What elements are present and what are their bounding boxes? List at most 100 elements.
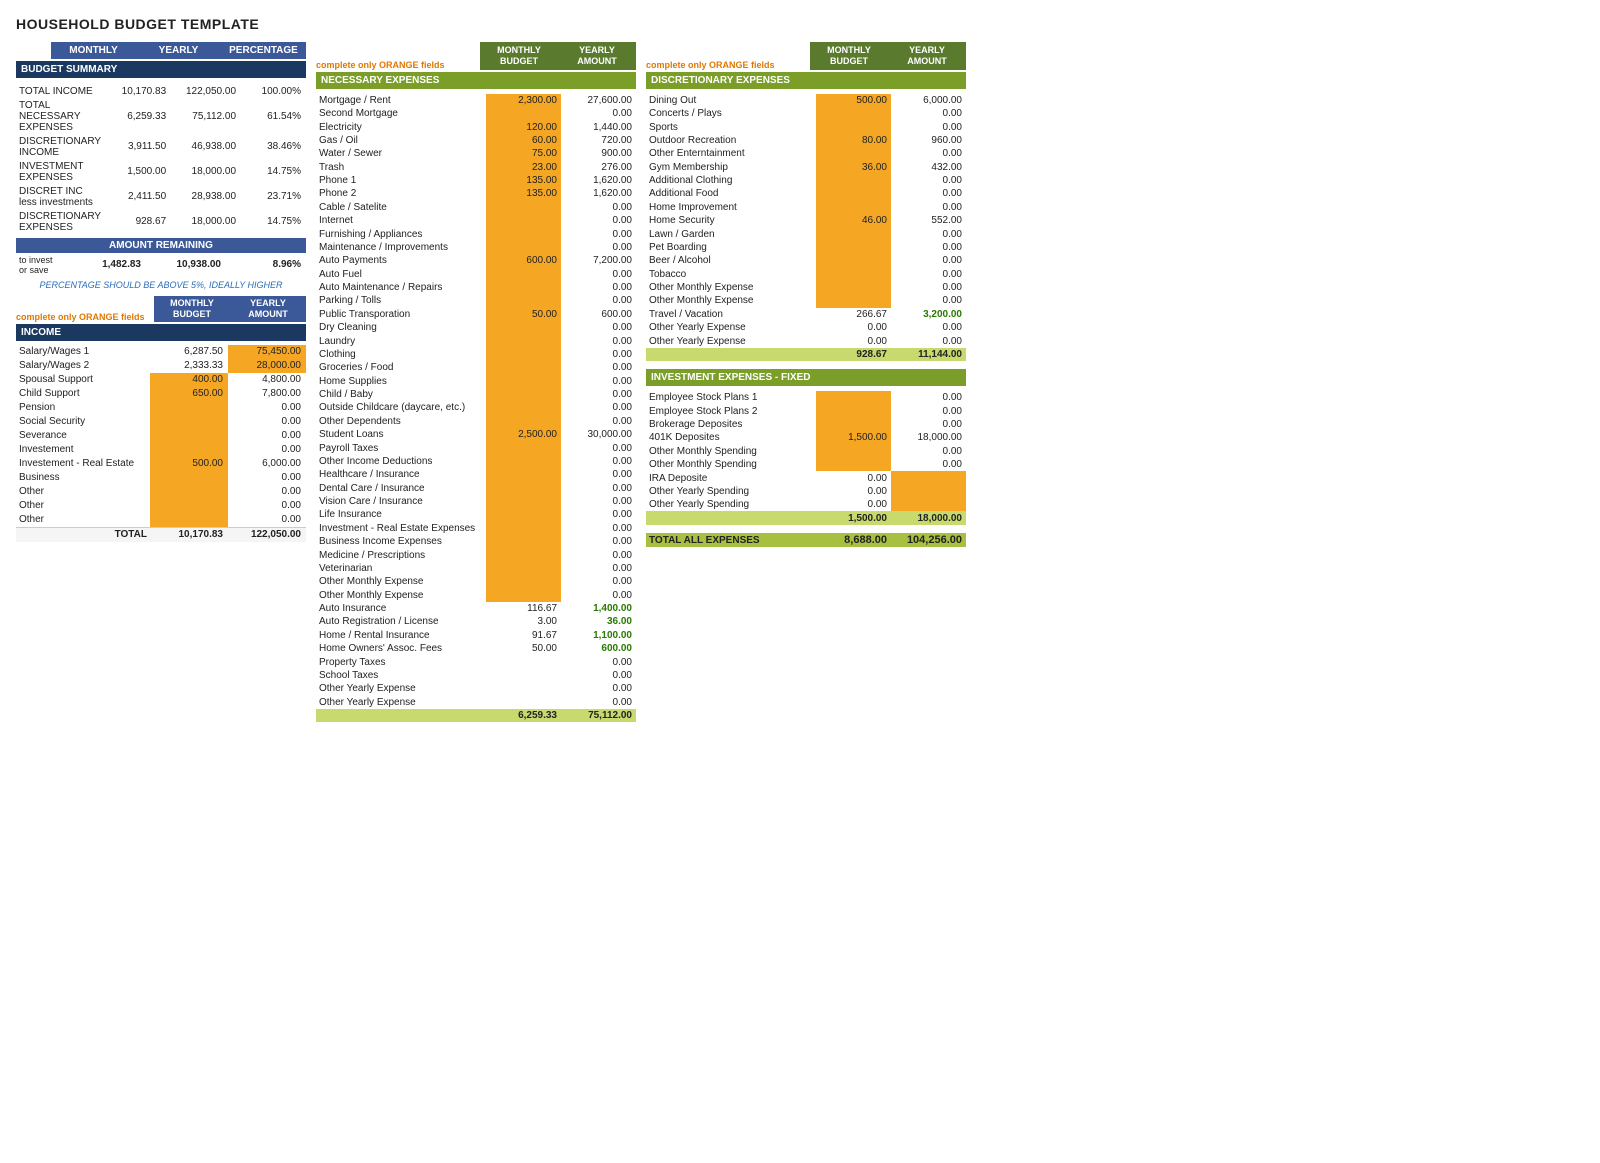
necessary-expenses-bar: NECESSARY EXPENSES: [316, 72, 636, 89]
right-panel: complete only ORANGE fields MONTHLY BUDG…: [646, 42, 966, 547]
table-row: Other Yearly Expense0.00: [316, 682, 636, 695]
income-table: Salary/Wages 1 6,287.50 75,450.00 Salary…: [16, 341, 306, 542]
table-row: Auto Insurance116.671,400.00: [316, 602, 636, 615]
table-row: TOTAL INCOME 10,170.83 122,050.00 100.00…: [16, 84, 306, 98]
mid-col1-header: MONTHLY BUDGET: [480, 42, 558, 70]
table-row: Student Loans2,500.0030,000.00: [316, 428, 636, 441]
table-row: Dining Out500.006,000.00: [646, 94, 966, 107]
left-col-yearly: YEARLY: [136, 42, 221, 59]
table-row: Beer / Alcohol0.00: [646, 254, 966, 267]
table-row: Public Transporation50.00600.00: [316, 308, 636, 321]
table-row: IRA Deposite0.00: [646, 471, 966, 484]
table-row: Home Owners' Assoc. Fees50.00600.00: [316, 642, 636, 655]
disc-expenses-bar: DISCRETIONARY EXPENSES: [646, 72, 966, 89]
table-row: Medicine / Prescriptions0.00: [316, 548, 636, 561]
table-row: Business 0.00: [16, 471, 306, 485]
table-row: Sports0.00: [646, 120, 966, 133]
table-row: Auto Payments600.007,200.00: [316, 254, 636, 267]
table-row: Additional Food0.00: [646, 187, 966, 200]
disc-expenses-table: Dining Out500.006,000.00 Concerts / Play…: [646, 90, 966, 362]
summary-table: TOTAL INCOME 10,170.83 122,050.00 100.00…: [16, 80, 306, 234]
table-row: Home Supplies0.00: [316, 374, 636, 387]
page-title: HOUSEHOLD BUDGET TEMPLATE: [16, 16, 1584, 32]
table-row: Travel / Vacation266.673,200.00: [646, 308, 966, 321]
table-row: Outdoor Recreation80.00960.00: [646, 134, 966, 147]
table-row: Other Yearly Expense0.00: [316, 695, 636, 708]
mid-orange-note: complete only ORANGE fields: [316, 60, 480, 70]
table-row: Life Insurance0.00: [316, 508, 636, 521]
table-row: Other Monthly Expense0.00: [316, 588, 636, 601]
table-row: Dental Care / Insurance0.00: [316, 481, 636, 494]
table-row: Mortgage / Rent2,300.0027,600.00: [316, 94, 636, 107]
table-row: Employee Stock Plans 20.00: [646, 404, 966, 417]
table-row: Other Income Deductions0.00: [316, 455, 636, 468]
table-row: Dry Cleaning0.00: [316, 321, 636, 334]
amount-remaining-label: AMOUNT REMAINING: [16, 238, 306, 253]
table-row: DISCRETIONARY INCOME 3,911.50 46,938.00 …: [16, 134, 306, 159]
table-row: Other Yearly Spending0.00: [646, 498, 966, 511]
table-row: Investement - Real Estate 500.00 6,000.0…: [16, 457, 306, 471]
table-row: Healthcare / Insurance0.00: [316, 468, 636, 481]
amount-remaining-row: to invest or save 1,482.83 10,938.00 8.9…: [16, 253, 306, 276]
disc-total-row: 928.67 11,144.00: [646, 348, 966, 361]
table-row: Additional Clothing0.00: [646, 174, 966, 187]
mid-col2-header: YEARLY AMOUNT: [558, 42, 636, 70]
income-orange-note: complete only ORANGE fields: [16, 312, 154, 322]
table-row: Other Monthly Expense0.00: [316, 575, 636, 588]
right-col2-header: YEARLY AMOUNT: [888, 42, 966, 70]
mid-panel: complete only ORANGE fields MONTHLY BUDG…: [316, 42, 636, 722]
table-row: Other Monthly Spending0.00: [646, 458, 966, 471]
table-row: INVESTMENT EXPENSES 1,500.00 18,000.00 1…: [16, 159, 306, 184]
table-row: Child Support 650.00 7,800.00: [16, 387, 306, 401]
budget-summary-bar: BUDGET SUMMARY: [16, 61, 306, 78]
table-row: Other Monthly Spending0.00: [646, 445, 966, 458]
table-row: Concerts / Plays0.00: [646, 107, 966, 120]
table-row: Other 0.00: [16, 485, 306, 499]
income-col2-header: YEARLY AMOUNT: [230, 296, 306, 322]
right-orange-note: complete only ORANGE fields: [646, 60, 810, 70]
pct-note: PERCENTAGE SHOULD BE ABOVE 5%, IDEALLY H…: [16, 280, 306, 290]
table-row: Second Mortgage0.00: [316, 107, 636, 120]
table-row: Lawn / Garden0.00: [646, 227, 966, 240]
table-row: Laundry0.00: [316, 334, 636, 347]
left-col-headers: MONTHLY YEARLY PERCENTAGE: [16, 42, 306, 59]
right-col1-header: MONTHLY BUDGET: [810, 42, 888, 70]
left-col-pct: PERCENTAGE: [221, 42, 306, 59]
income-col1-header: MONTHLY BUDGET: [154, 296, 230, 322]
total-all-row: TOTAL ALL EXPENSES 8,688.00 104,256.00: [646, 533, 966, 547]
table-row: Auto Fuel0.00: [316, 267, 636, 280]
table-row: Other Yearly Expense0.000.00: [646, 321, 966, 334]
table-row: Electricity120.001,440.00: [316, 120, 636, 133]
table-row: Pension 0.00: [16, 401, 306, 415]
table-row: Investment - Real Estate Expenses0.00: [316, 522, 636, 535]
table-row: Parking / Tolls0.00: [316, 294, 636, 307]
left-col-monthly: MONTHLY: [51, 42, 136, 59]
income-section-bar: INCOME: [16, 324, 306, 341]
necessary-expenses-table: Mortgage / Rent2,300.0027,600.00 Second …: [316, 90, 636, 723]
table-row: Business Income Expenses0.00: [316, 535, 636, 548]
table-row: Outside Childcare (daycare, etc.)0.00: [316, 401, 636, 414]
table-row: Salary/Wages 1 6,287.50 75,450.00: [16, 345, 306, 359]
table-row: School Taxes0.00: [316, 669, 636, 682]
income-total-row: TOTAL 10,170.83 122,050.00: [16, 527, 306, 542]
table-row: Other Monthly Expense0.00: [646, 294, 966, 307]
table-row: Trash23.00276.00: [316, 160, 636, 173]
table-row: Brokerage Deposites0.00: [646, 418, 966, 431]
table-row: Other 0.00: [16, 499, 306, 513]
table-row: Internet0.00: [316, 214, 636, 227]
table-row: Gym Membership36.00432.00: [646, 160, 966, 173]
table-row: Vision Care / Insurance0.00: [316, 495, 636, 508]
table-row: Home Security46.00552.00: [646, 214, 966, 227]
table-row: Home Improvement0.00: [646, 201, 966, 214]
table-row: Gas / Oil60.00720.00: [316, 134, 636, 147]
necessary-total-row: 6,259.33 75,112.00: [316, 709, 636, 722]
table-row: Social Security 0.00: [16, 415, 306, 429]
table-row: Tobacco0.00: [646, 267, 966, 280]
table-row: TOTAL NECESSARY EXPENSES 6,259.33 75,112…: [16, 98, 306, 134]
table-row: Home / Rental Insurance91.671,100.00: [316, 629, 636, 642]
table-row: Salary/Wages 2 2,333.33 28,000.00: [16, 359, 306, 373]
table-row: Veterinarian0.00: [316, 562, 636, 575]
table-row: Severance 0.00: [16, 429, 306, 443]
table-row: Other Yearly Expense0.000.00: [646, 334, 966, 347]
table-row: Child / Baby0.00: [316, 388, 636, 401]
